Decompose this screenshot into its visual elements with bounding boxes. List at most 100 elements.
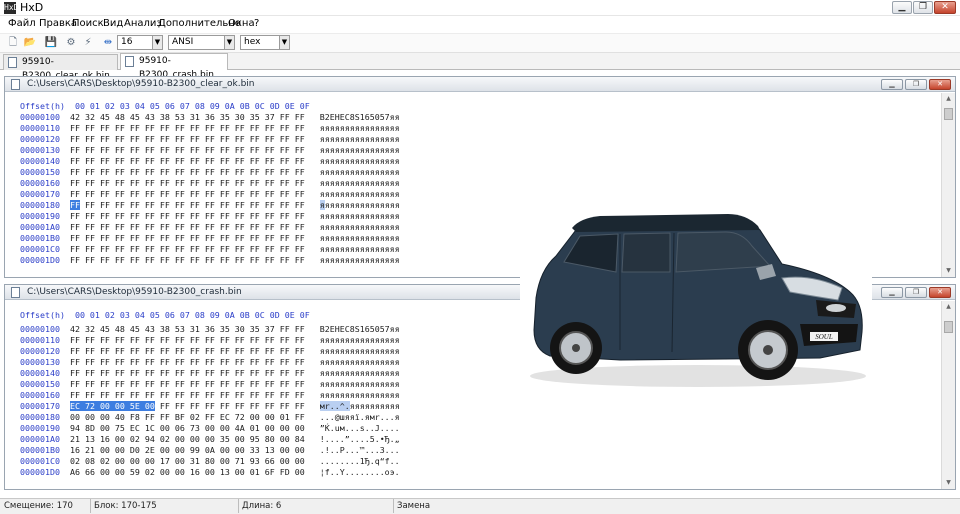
vertical-scrollbar[interactable]: ▲ ▼ bbox=[941, 301, 955, 489]
hex-row[interactable]: 00000170 EC 72 00 00 5E 00 FF FF FF FF F… bbox=[20, 401, 400, 412]
hex-row[interactable]: 000001C0 FF FF FF FF FF FF FF FF FF FF F… bbox=[20, 244, 400, 255]
hex-row[interactable]: 00000180 FF FF FF FF FF FF FF FF FF FF F… bbox=[20, 200, 400, 211]
menu-file[interactable]: Файл bbox=[8, 17, 36, 31]
minimize-button[interactable]: ▁ bbox=[881, 287, 903, 298]
close-button[interactable]: ✕ bbox=[929, 79, 951, 90]
ascii-text[interactable]: яяяяяяяяяяяяяяяя bbox=[320, 233, 400, 243]
hex-bytes[interactable]: FF FF FF FF FF FF FF FF FF FF FF FF FF F… bbox=[70, 178, 305, 188]
ascii-text[interactable]: яяяяяяяяяяяяяяяя bbox=[320, 189, 400, 199]
hex-bytes[interactable]: FF FF FF FF FF FF FF FF FF FF FF FF FF F… bbox=[70, 222, 305, 232]
ascii-text[interactable]: яяяяяяяяяяяяяяяя bbox=[320, 134, 400, 144]
hex-bytes[interactable]: FF FF FF FF FF FF FF FF FF FF bbox=[155, 401, 305, 411]
menu-search[interactable]: Поиск bbox=[72, 17, 104, 31]
hex-row[interactable]: 00000190 FF FF FF FF FF FF FF FF FF FF F… bbox=[20, 211, 400, 222]
hex-row[interactable]: 00000160 FF FF FF FF FF FF FF FF FF FF F… bbox=[20, 178, 400, 189]
hex-bytes[interactable]: 42 32 45 48 45 43 38 53 31 36 35 30 35 3… bbox=[70, 112, 305, 122]
hex-bytes[interactable]: FF FF FF FF FF FF FF FF FF FF FF FF FF F… bbox=[70, 167, 305, 177]
hex-row[interactable]: 00000140 FF FF FF FF FF FF FF FF FF FF F… bbox=[20, 156, 400, 167]
hex-bytes[interactable]: FF FF FF FF FF FF FF FF FF FF FF FF FF F… bbox=[70, 335, 305, 345]
ascii-text[interactable]: яяяяяяяяяяяяяяяя bbox=[320, 335, 400, 345]
hex-bytes[interactable]: FF FF FF FF FF FF FF FF FF FF FF FF FF F… bbox=[70, 211, 305, 221]
hex-row[interactable]: 00000160 FF FF FF FF FF FF FF FF FF FF F… bbox=[20, 390, 400, 401]
hex-bytes[interactable]: FF FF FF FF FF FF FF FF FF FF FF FF FF F… bbox=[70, 145, 305, 155]
ascii-text[interactable]: яяяяяяяяяяяяяяяя bbox=[320, 368, 400, 378]
hex-bytes[interactable]: 00 00 00 40 F8 FF FF BF 02 FF EC 72 00 0… bbox=[70, 412, 305, 422]
flash-icon[interactable]: ⚡ bbox=[81, 36, 95, 49]
hex-row[interactable]: 000001B0 FF FF FF FF FF FF FF FF FF FF F… bbox=[20, 233, 400, 244]
hex-bytes[interactable]: FF FF FF FF FF FF FF FF FF FF FF FF FF F… bbox=[70, 134, 305, 144]
ascii-text[interactable]: яяяяяяяяяяяяяяяя bbox=[320, 346, 400, 356]
ascii-text[interactable]: ........1Ђ.q“f.. bbox=[320, 456, 400, 466]
ascii-text[interactable]: яяяяяяяяяяяяяяяя bbox=[320, 255, 400, 265]
scroll-thumb[interactable] bbox=[944, 321, 953, 333]
hex-row[interactable]: 00000120 FF FF FF FF FF FF FF FF FF FF F… bbox=[20, 134, 400, 145]
ascii-text[interactable]: яяяяяяяяяяяяяяяя bbox=[320, 244, 400, 254]
charset-select[interactable]: ANSI ▼ bbox=[168, 35, 235, 50]
hex-row[interactable]: 00000100 42 32 45 48 45 43 38 53 31 36 3… bbox=[20, 112, 400, 123]
hex-bytes[interactable]: 02 08 02 00 00 00 17 00 31 80 00 71 93 6… bbox=[70, 456, 305, 466]
hex-bytes[interactable]: A6 66 00 00 59 02 00 00 16 00 13 00 01 6… bbox=[70, 467, 305, 477]
menu-windows[interactable]: Окна bbox=[228, 17, 255, 31]
hex-bytes[interactable]: 16 21 00 00 D0 2E 00 00 99 0A 00 00 33 1… bbox=[70, 445, 305, 455]
hex-bytes[interactable]: 42 32 45 48 45 43 38 53 31 36 35 30 35 3… bbox=[70, 324, 305, 334]
ascii-text[interactable]: яяяяяяяяяяяяяяяя bbox=[320, 178, 400, 188]
offset-base-select[interactable]: hex ▼ bbox=[240, 35, 290, 50]
hex-row[interactable]: 00000130 FF FF FF FF FF FF FF FF FF FF F… bbox=[20, 357, 400, 368]
minimize-button[interactable]: ▁ bbox=[881, 79, 903, 90]
scroll-down-icon[interactable]: ▼ bbox=[942, 477, 955, 489]
minimize-button[interactable]: ▁ bbox=[892, 1, 912, 14]
bytes-per-row-select[interactable]: 16 ▼ bbox=[117, 35, 163, 50]
maximize-button[interactable]: ❐ bbox=[913, 1, 933, 14]
scroll-thumb[interactable] bbox=[944, 108, 953, 120]
restore-button[interactable]: ❐ bbox=[905, 287, 927, 298]
ascii-text[interactable]: яяяяяяяяяяяяяяяя bbox=[320, 167, 400, 177]
hex-row[interactable]: 00000190 94 8D 00 75 EC 1C 00 06 73 00 0… bbox=[20, 423, 400, 434]
hex-row[interactable]: 00000140 FF FF FF FF FF FF FF FF FF FF F… bbox=[20, 368, 400, 379]
ascii-text[interactable]: яяяяяяяяяяяяяяяя bbox=[320, 211, 400, 221]
ascii-text[interactable]: яяяяяяяяяяяяяяяя bbox=[320, 156, 400, 166]
hex-bytes[interactable]: FF FF FF FF FF FF FF FF FF FF FF FF FF F… bbox=[70, 357, 305, 367]
ascii-text[interactable]: .!..Р...™...3... bbox=[320, 445, 400, 455]
hex-bytes[interactable]: FF FF FF FF FF FF FF FF FF FF FF FF FF F… bbox=[80, 200, 305, 210]
ascii-text[interactable]: ”Ќ.uм...s..J.... bbox=[320, 423, 400, 433]
columns-icon[interactable]: ⇹ bbox=[101, 36, 115, 49]
hex-row[interactable]: 00000110 FF FF FF FF FF FF FF FF FF FF F… bbox=[20, 123, 400, 134]
ascii-text[interactable]: яяяяяяяяяяяяяяяя bbox=[320, 379, 400, 389]
close-button[interactable]: ✕ bbox=[934, 1, 956, 14]
tab-clear-ok[interactable]: 95910-B2300_clear_ok.bin bbox=[3, 54, 118, 81]
tab-crash[interactable]: 95910-B2300_crash.bin bbox=[120, 53, 228, 80]
ascii-text[interactable]: яяяяяяяяяя bbox=[350, 401, 400, 411]
open-file-icon[interactable]: 📂 bbox=[23, 36, 37, 49]
scroll-down-icon[interactable]: ▼ bbox=[942, 265, 955, 277]
hex-row[interactable]: 00000120 FF FF FF FF FF FF FF FF FF FF F… bbox=[20, 346, 400, 357]
hex-bytes[interactable]: FF FF FF FF FF FF FF FF FF FF FF FF FF F… bbox=[70, 233, 305, 243]
selected-text[interactable]: мr..^. bbox=[319, 401, 350, 411]
hex-bytes[interactable]: FF FF FF FF FF FF FF FF FF FF FF FF FF F… bbox=[70, 189, 305, 199]
hex-row[interactable]: 00000130 FF FF FF FF FF FF FF FF FF FF F… bbox=[20, 145, 400, 156]
hex-bytes[interactable]: FF FF FF FF FF FF FF FF FF FF FF FF FF F… bbox=[70, 368, 305, 378]
hex-bytes[interactable]: FF FF FF FF FF FF FF FF FF FF FF FF FF F… bbox=[70, 390, 305, 400]
ascii-text[interactable]: яяяяяяяяяяяяяяяя bbox=[320, 222, 400, 232]
save-icon[interactable]: 💾 bbox=[44, 36, 58, 49]
hex-row[interactable]: 000001D0 A6 66 00 00 59 02 00 00 16 00 1… bbox=[20, 467, 400, 478]
ascii-text[interactable]: B2EHEC8S165057яя bbox=[320, 112, 400, 122]
ascii-text[interactable]: ...@шяяї.ямr...я bbox=[320, 412, 400, 422]
restore-button[interactable]: ❐ bbox=[905, 79, 927, 90]
selected-bytes[interactable]: EC 72 00 00 5E 00 bbox=[69, 401, 155, 411]
ascii-text[interactable]: !....”....5.•Ђ.„ bbox=[320, 434, 400, 444]
hex-row[interactable]: 00000150 FF FF FF FF FF FF FF FF FF FF F… bbox=[20, 167, 400, 178]
menu-help[interactable]: ? bbox=[254, 17, 259, 31]
hex-row[interactable]: 000001A0 FF FF FF FF FF FF FF FF FF FF F… bbox=[20, 222, 400, 233]
hex-row[interactable]: 000001B0 16 21 00 00 D0 2E 00 00 99 0A 0… bbox=[20, 445, 400, 456]
hex-bytes[interactable]: 94 8D 00 75 EC 1C 00 06 73 00 00 4A 01 0… bbox=[70, 423, 305, 433]
ascii-text[interactable]: яяяяяяяяяяяяяяяя bbox=[320, 145, 400, 155]
ascii-text[interactable]: яяяяяяяяяяяяяяяя bbox=[320, 123, 400, 133]
hex-row[interactable]: 00000180 00 00 00 40 F8 FF FF BF 02 FF E… bbox=[20, 412, 400, 423]
scroll-up-icon[interactable]: ▲ bbox=[942, 93, 955, 105]
close-button[interactable]: ✕ bbox=[929, 287, 951, 298]
vertical-scrollbar[interactable]: ▲ ▼ bbox=[941, 93, 955, 277]
hex-row[interactable]: 000001A0 21 13 16 00 02 94 02 00 00 00 3… bbox=[20, 434, 400, 445]
hex-row[interactable]: 00000110 FF FF FF FF FF FF FF FF FF FF F… bbox=[20, 335, 400, 346]
hex-bytes[interactable]: FF FF FF FF FF FF FF FF FF FF FF FF FF F… bbox=[70, 156, 305, 166]
ascii-text[interactable]: B2EHEC8S165057яя bbox=[320, 324, 400, 334]
